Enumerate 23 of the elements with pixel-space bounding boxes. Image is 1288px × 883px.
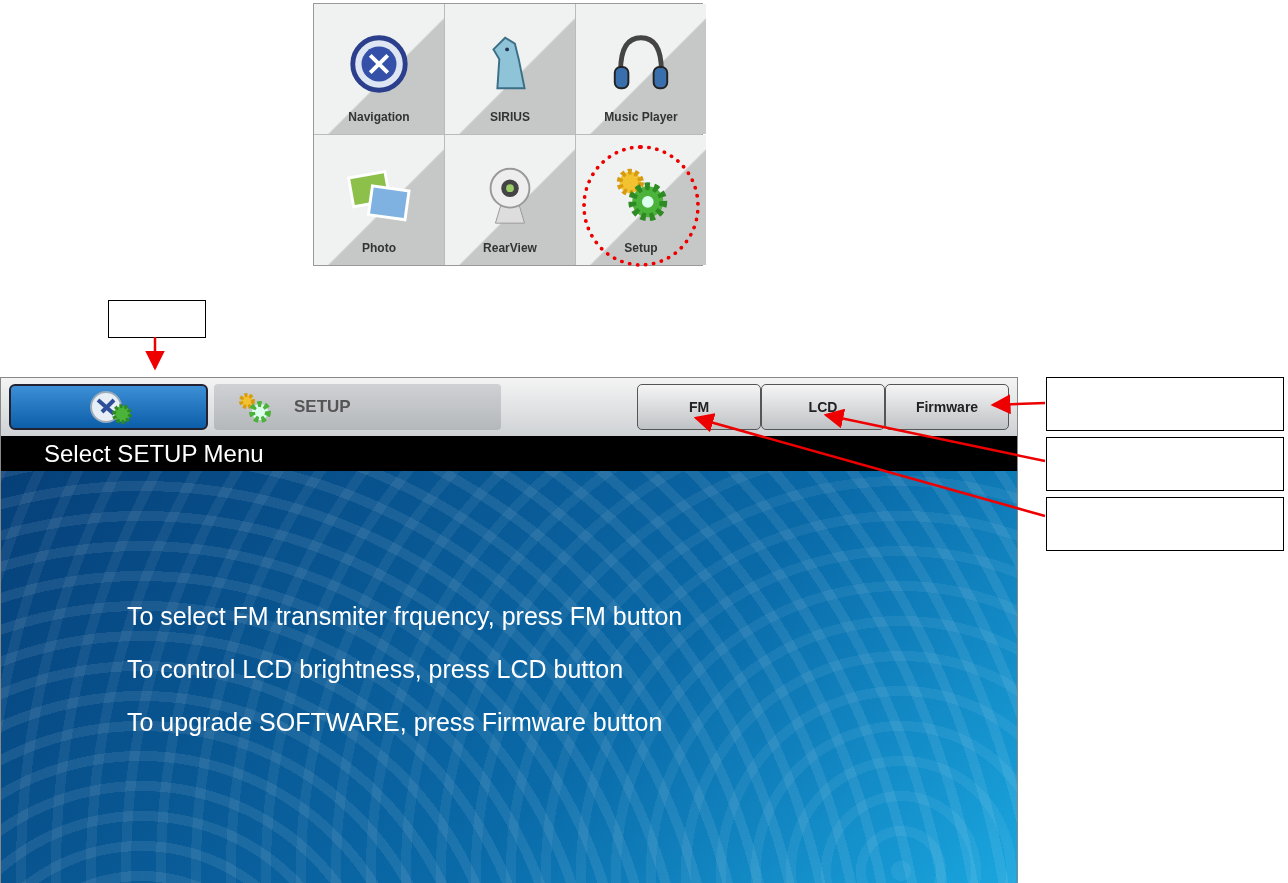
setup-menu-button[interactable]: LCD	[761, 384, 885, 430]
tab-label: SETUP	[294, 397, 351, 417]
menu-tile[interactable]: Music Player	[576, 4, 706, 134]
tile-label: Navigation	[348, 110, 410, 124]
menu-tile[interactable]: Setup	[576, 135, 706, 265]
screen-title: Select SETUP Menu	[1, 436, 1017, 471]
menu-tile[interactable]: RearView	[445, 135, 575, 265]
setup-menu-button[interactable]: FM	[637, 384, 761, 430]
tile-label: RearView	[483, 241, 537, 255]
instruction-text: To control LCD brightness, press LCD button	[127, 656, 625, 683]
instruction-text: To upgrade SOFTWARE, press Firmware button	[127, 709, 664, 736]
tile-label: Music Player	[604, 110, 678, 124]
instruction-text: To select FM transmiter frquency, press FM button	[127, 603, 683, 630]
tile-label: SIRIUS	[490, 110, 530, 124]
home-button[interactable]	[9, 384, 208, 430]
setup-menu-button[interactable]: Firmware	[885, 384, 1009, 430]
tile-label: Photo	[362, 241, 396, 255]
menu-tile[interactable]: Navigation	[314, 4, 444, 134]
setup-tab[interactable]: SETUP	[214, 384, 501, 430]
tile-label: Setup	[624, 241, 658, 255]
menu-tile[interactable]: Photo	[314, 135, 444, 265]
callout-arrow	[145, 337, 165, 371]
menu-tile[interactable]: SIRIUS	[445, 4, 575, 134]
